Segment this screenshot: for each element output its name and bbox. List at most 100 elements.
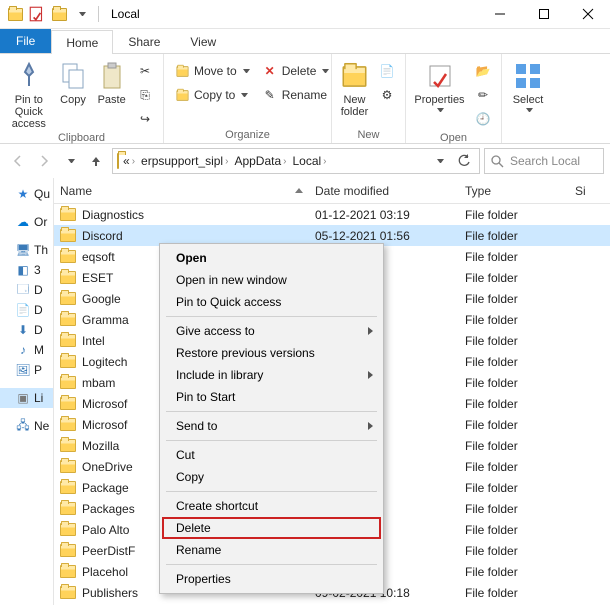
sidebar-item[interactable]: ⬇D [0,320,53,340]
select-button[interactable]: Select [508,58,548,112]
row-name: Google [82,292,121,306]
path-icon: ⎘ [137,87,153,103]
edit-button[interactable]: ✏ [471,84,495,106]
cm-copy[interactable]: Copy [162,466,381,488]
scissors-icon: ✂ [137,63,153,79]
sidebar-item[interactable]: 🖼P [0,360,53,380]
cm-create-shortcut[interactable]: Create shortcut [162,495,381,517]
folder-icon [60,292,76,305]
tab-share[interactable]: Share [113,29,175,53]
copyto-icon [174,87,190,103]
close-button[interactable] [566,0,610,29]
doc-icon: 📄 [16,303,30,317]
open-button[interactable]: 📂 [471,60,495,82]
cm-give-access[interactable]: Give access to [162,320,381,342]
col-type[interactable]: Type [459,184,569,198]
crumb-1[interactable]: AppData› [232,154,288,168]
crumb-2[interactable]: Local› [290,154,328,168]
search-icon [491,155,504,168]
qat-dropdown-icon[interactable] [72,5,90,23]
cm-open[interactable]: Open [162,247,381,269]
tab-home[interactable]: Home [51,30,113,54]
minimize-button[interactable] [478,0,522,29]
tab-file[interactable]: File [0,29,51,53]
sidebar-item[interactable]: 🖧Ne [0,416,53,436]
sidebar-item[interactable]: ☁Or [0,212,53,232]
forward-button[interactable] [32,149,56,173]
crumb-0[interactable]: erpsupport_sipl› [139,154,230,168]
sidebar-item[interactable]: 🗔D [0,280,53,300]
pin-quick-access-button[interactable]: Pin to Quick access [6,58,52,130]
cut-button[interactable]: ✂ [133,60,157,82]
refresh-button[interactable] [453,150,475,172]
col-size[interactable]: Si [569,184,592,198]
folder-icon [60,565,76,578]
sidebar-item[interactable]: ◧3 [0,260,53,280]
easy-access-button[interactable]: ⚙ [375,84,399,106]
cm-pin-quick-access[interactable]: Pin to Quick access [162,291,381,313]
new-folder-button[interactable]: New folder [338,58,371,118]
cm-pin-start[interactable]: Pin to Start [162,386,381,408]
row-name: Mozilla [82,439,119,453]
paste-button[interactable]: Paste [94,58,129,106]
crumb-overflow[interactable]: «› [121,154,137,168]
move-icon [174,63,190,79]
shortcut-icon: ↪ [137,111,153,127]
move-to-button[interactable]: Move to [170,60,254,82]
row-type: File folder [459,397,569,411]
row-name: Packages [82,502,135,516]
sidebar-item-label: Qu [34,187,50,201]
delete-x-icon: ✕ [262,63,278,79]
back-button[interactable] [6,149,30,173]
folder-icon [60,481,76,494]
sidebar-item[interactable]: ▣Li [0,388,53,408]
history-button[interactable]: 🕘 [471,108,495,130]
copy-button[interactable]: Copy [56,58,91,106]
sidebar-item[interactable]: 📄D [0,300,53,320]
copy-path-button[interactable]: ⎘ [133,84,157,106]
cm-open-new-window[interactable]: Open in new window [162,269,381,291]
cube-icon: ◧ [16,263,30,277]
properties-icon [424,60,456,92]
qat-properties-icon[interactable] [28,5,46,23]
sidebar-item[interactable]: ♪M [0,340,53,360]
row-type: File folder [459,502,569,516]
col-name[interactable]: Name [54,184,309,198]
row-name: Placehol [82,565,128,579]
maximize-button[interactable] [522,0,566,29]
copy-to-button[interactable]: Copy to [170,84,254,106]
folder-icon [6,5,24,23]
recent-locations-button[interactable] [58,149,82,173]
addr-dropdown-button[interactable] [427,149,451,173]
row-type: File folder [459,229,569,243]
cm-rename[interactable]: Rename [162,539,381,561]
rename-icon: ✎ [262,87,278,103]
tab-view[interactable]: View [175,29,231,53]
cm-send-to[interactable]: Send to [162,415,381,437]
cm-cut[interactable]: Cut [162,444,381,466]
cm-restore-versions[interactable]: Restore previous versions [162,342,381,364]
sidebar-item[interactable]: 🖥Th [0,240,53,260]
folder-icon [60,523,76,536]
sidebar-item[interactable]: ★Qu [0,184,53,204]
folder-icon [60,271,76,284]
paste-shortcut-button[interactable]: ↪ [133,108,157,130]
ribbon: Pin to Quick access Copy Paste ✂ ⎘ ↪ Cli… [0,54,610,144]
search-input[interactable]: Search Local [484,148,604,174]
up-button[interactable] [84,149,108,173]
cm-properties[interactable]: Properties [162,568,381,590]
cm-include-library[interactable]: Include in library [162,364,381,386]
col-date[interactable]: Date modified [309,184,459,198]
rename-button[interactable]: ✎ Rename [258,84,334,106]
sidebar-item-label: D [34,303,43,317]
music-icon: ♪ [16,343,30,357]
new-item-button[interactable]: 📄 [375,60,399,82]
table-row[interactable]: Diagnostics01-12-2021 03:19File folder [54,204,610,225]
address-bar[interactable]: «› erpsupport_sipl› AppData› Local› [112,148,480,174]
properties-button[interactable]: Properties [412,58,467,112]
qat-newfolder-icon[interactable] [50,5,68,23]
delete-button[interactable]: ✕ Delete [258,60,334,82]
folder-icon [60,397,76,410]
cm-delete[interactable]: Delete [162,517,381,539]
net-icon: 🖧 [16,419,30,433]
